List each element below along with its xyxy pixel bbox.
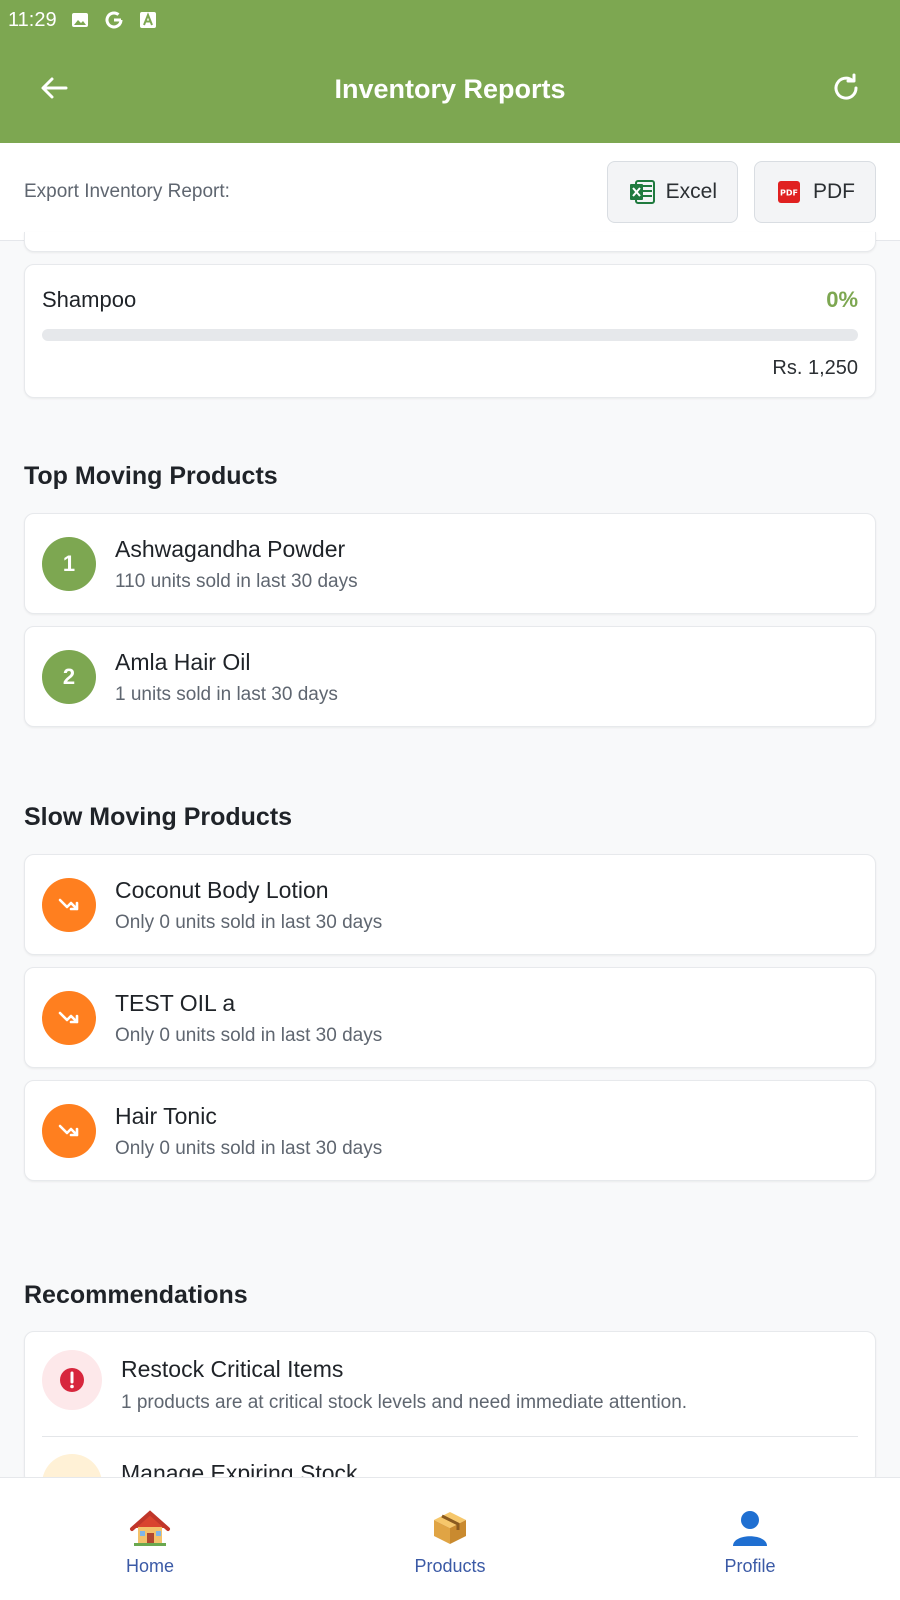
- product-name: Coconut Body Lotion: [115, 877, 329, 903]
- nav-products[interactable]: Products: [300, 1478, 600, 1600]
- export-pdf-button[interactable]: PDF PDF: [754, 160, 876, 223]
- export-bar: Export Inventory Report: Excel PDF PDF: [0, 143, 900, 241]
- top-moving-item[interactable]: 2 Amla Hair Oil 1 units sold in last 30 …: [24, 626, 876, 727]
- category-progress-bar: [42, 329, 858, 341]
- product-name: Hair Tonic: [115, 1103, 217, 1129]
- refresh-button[interactable]: [828, 70, 864, 106]
- rank-badge: 2: [42, 650, 96, 704]
- google-icon: [103, 9, 125, 31]
- page-title: Inventory Reports: [334, 74, 566, 104]
- house-icon: [128, 1506, 172, 1550]
- product-sales: 110 units sold in last 30 days: [115, 571, 358, 592]
- recommendation-title: Restock Critical Items: [121, 1356, 344, 1382]
- svg-text:PDF: PDF: [780, 188, 798, 197]
- recommendations-card: Restock Critical Items 1 products are at…: [24, 1331, 876, 1514]
- pdf-label: PDF: [813, 179, 855, 203]
- category-card: Shampoo 0% Rs. 1,250: [24, 264, 876, 398]
- nav-home-label: Home: [125, 1556, 174, 1576]
- recommendation-text: 1 products are at critical stock levels …: [121, 1392, 688, 1413]
- slow-moving-item[interactable]: TEST OIL a Only 0 units sold in last 30 …: [24, 967, 876, 1068]
- product-name: Amla Hair Oil: [115, 649, 251, 675]
- nav-products-label: Products: [414, 1556, 486, 1576]
- status-time: 11:29: [8, 8, 57, 31]
- bottom-nav: Home Products Profile: [0, 1477, 900, 1600]
- excel-icon: [628, 178, 656, 206]
- rank-badge: 1: [42, 537, 96, 591]
- product-name: Ashwagandha Powder: [115, 536, 346, 562]
- top-moving-title: Top Moving Products: [24, 462, 278, 490]
- product-sales: 1 units sold in last 30 days: [115, 684, 338, 705]
- person-icon: [728, 1506, 772, 1550]
- top-moving-item[interactable]: 1 Ashwagandha Powder 110 units sold in l…: [24, 513, 876, 614]
- nav-profile[interactable]: Profile: [600, 1478, 900, 1600]
- pdf-icon: PDF: [775, 178, 803, 206]
- alert-icon: [42, 1350, 102, 1410]
- app-bar: Inventory Reports: [0, 40, 900, 143]
- trending-down-icon: [42, 991, 96, 1045]
- export-label: Export Inventory Report:: [24, 180, 230, 202]
- slow-moving-item[interactable]: Coconut Body Lotion Only 0 units sold in…: [24, 854, 876, 955]
- category-name: Shampoo: [42, 287, 137, 312]
- package-icon: [428, 1506, 472, 1550]
- category-value: Rs. 1,250: [772, 357, 858, 379]
- category-card-partial: [24, 232, 876, 252]
- divider: [42, 1436, 858, 1437]
- trending-down-icon: [42, 878, 96, 932]
- export-excel-button[interactable]: Excel: [606, 160, 738, 223]
- product-name: TEST OIL a: [115, 990, 236, 1016]
- slow-moving-title: Slow Moving Products: [24, 803, 293, 831]
- category-percent: 0%: [826, 287, 858, 312]
- product-sales: Only 0 units sold in last 30 days: [115, 1025, 383, 1046]
- font-a-icon: [137, 9, 159, 31]
- excel-label: Excel: [665, 179, 717, 203]
- nav-home[interactable]: Home: [0, 1478, 300, 1600]
- slow-moving-item[interactable]: Hair Tonic Only 0 units sold in last 30 …: [24, 1080, 876, 1181]
- status-bar: 11:29: [0, 0, 900, 40]
- trending-down-icon: [42, 1104, 96, 1158]
- recommendations-title: Recommendations: [24, 1281, 248, 1309]
- image-icon: [69, 9, 91, 31]
- product-sales: Only 0 units sold in last 30 days: [115, 912, 383, 933]
- product-sales: Only 0 units sold in last 30 days: [115, 1138, 383, 1159]
- refresh-icon: [834, 73, 858, 100]
- nav-profile-label: Profile: [724, 1556, 776, 1576]
